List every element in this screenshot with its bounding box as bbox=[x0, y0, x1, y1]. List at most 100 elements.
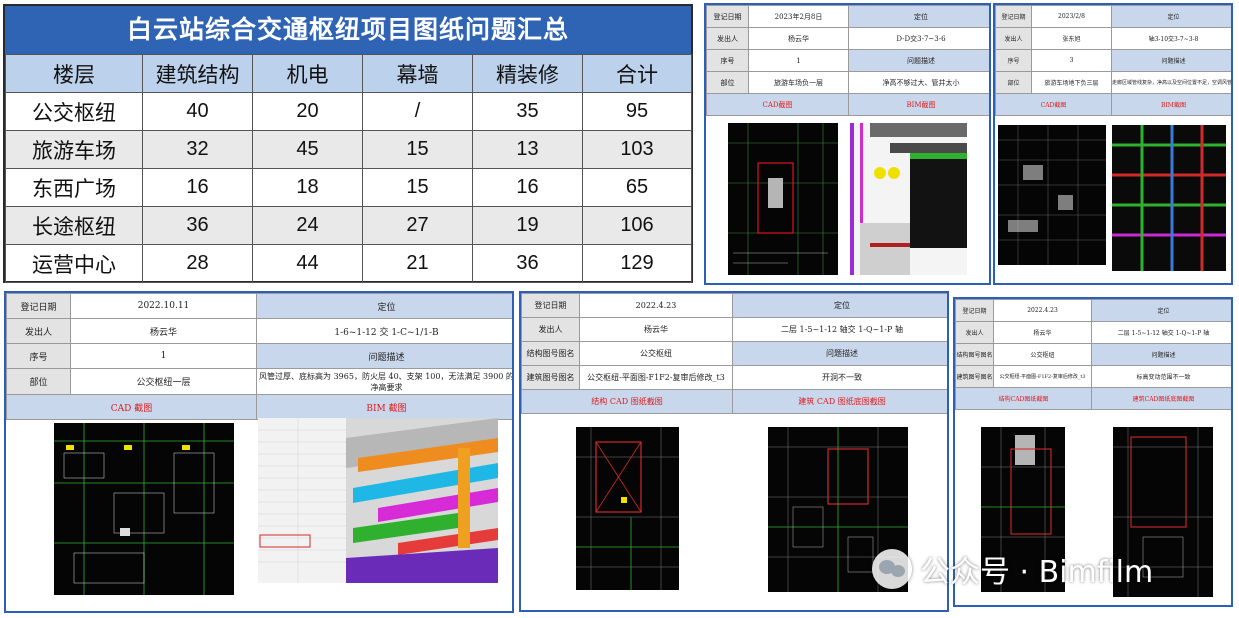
label-issuer: 发出人 bbox=[995, 27, 1032, 50]
label-structure-drawing: 结构图号图名 bbox=[521, 341, 580, 366]
table-row: 公交枢纽 40 20 / 35 95 bbox=[5, 92, 692, 131]
label-date: 登记日期 bbox=[6, 293, 71, 319]
description-header: 问题描述 bbox=[256, 343, 512, 369]
structure-cad-image bbox=[576, 427, 679, 590]
table-row: 运营中心 28 44 21 36 129 bbox=[5, 244, 692, 283]
value-structure-drawing: 公交枢纽 bbox=[579, 341, 733, 366]
label-issuer: 发出人 bbox=[955, 321, 994, 344]
value-serial: 1 bbox=[70, 343, 257, 369]
label-area: 部位 bbox=[995, 71, 1032, 94]
header-cell: 幕墙 bbox=[362, 54, 473, 93]
issue-sheet-a: 登记日期 2023年2月8日 定位 发出人 杨云华 D-D交3-7~3-6 序号… bbox=[704, 3, 991, 285]
table-cell: 36 bbox=[472, 244, 583, 283]
table-cell: 40 bbox=[142, 92, 253, 131]
bim-model bbox=[850, 123, 967, 275]
sheet-info-table: 登记日期 2023年2月8日 定位 发出人 杨云华 D-D交3-7~3-6 序号… bbox=[706, 5, 989, 116]
value-architecture-drawing: 公交枢纽-平面图-F1F2-复审后修改_t3 bbox=[579, 365, 733, 390]
value-area: 旅游车场负一层 bbox=[748, 71, 849, 94]
value-location: 二层 1-5~1-12 轴交 1-Q~1-P 轴 bbox=[732, 317, 947, 342]
value-serial: 3 bbox=[1031, 49, 1112, 72]
value-date: 2022.4.23 bbox=[993, 299, 1092, 322]
cad-drawing bbox=[998, 125, 1106, 265]
table-cell: 44 bbox=[252, 244, 363, 283]
watermark: 公众号 · Bimfilm bbox=[872, 549, 1154, 590]
table-cell: 长途枢纽 bbox=[5, 206, 143, 245]
bim-model bbox=[258, 418, 498, 583]
sheet-info-table: 登记日期 2023/2/8 定位 发出人 张东旭 轴3-10交3-7~3-8 序… bbox=[995, 5, 1231, 116]
watermark-text: 公众号 · Bimfilm bbox=[920, 555, 1154, 590]
description-header: 问题描述 bbox=[1111, 49, 1231, 72]
header-cell: 合计 bbox=[582, 54, 692, 93]
table-cell: 15 bbox=[362, 130, 473, 169]
value-issuer: 杨云华 bbox=[748, 27, 849, 50]
label-architecture-drawing: 建筑图号图名 bbox=[955, 365, 994, 388]
description-header: 问题描述 bbox=[1091, 343, 1231, 366]
value-description: 走廊区域管线复杂，净高以及空间位置不足，空调风管被遮挡 bbox=[1111, 71, 1231, 94]
label-structure-drawing: 结构图号图名 bbox=[955, 343, 994, 366]
description-header: 问题描述 bbox=[732, 341, 947, 366]
header-cell: 建筑结构 bbox=[142, 54, 253, 93]
label-serial: 序号 bbox=[6, 343, 71, 369]
value-issuer: 张东旭 bbox=[1031, 27, 1112, 50]
table-cell: 27 bbox=[362, 206, 473, 245]
cad-screenshot-image bbox=[998, 125, 1106, 265]
label-area: 部位 bbox=[6, 368, 71, 395]
architecture-cad-label: 建筑 CAD 图纸底图截图 bbox=[732, 389, 947, 414]
value-location: D-D交3-7~3-6 bbox=[848, 27, 989, 50]
value-description: 风管过厚、底标高为 3965，防火层 40、支架 100，无法满足 3900 的… bbox=[256, 368, 512, 395]
value-architecture-drawing: 公交枢纽-平面图-F1F2-复审后修改_t3 bbox=[993, 365, 1092, 388]
bim-screenshot-image bbox=[258, 418, 498, 583]
location-header: 定位 bbox=[1111, 5, 1231, 28]
value-description: 开洞不一致 bbox=[732, 365, 947, 390]
value-area: 公交枢纽一层 bbox=[70, 368, 257, 395]
summary-title: 白云站综合交通枢纽项目图纸问题汇总 bbox=[5, 6, 691, 54]
table-cell: 13 bbox=[472, 130, 583, 169]
location-header: 定位 bbox=[1091, 299, 1231, 322]
table-cell: 106 bbox=[582, 206, 692, 245]
table-cell: 21 bbox=[362, 244, 473, 283]
table-cell: 20 bbox=[252, 92, 363, 131]
cad-drawing bbox=[728, 123, 838, 275]
label-date: 登记日期 bbox=[955, 299, 994, 322]
table-cell: 15 bbox=[362, 168, 473, 207]
table-cell: 32 bbox=[142, 130, 253, 169]
issue-sheet-c: 登记日期 2022.10.11 定位 发出人 杨云华 1-6~1-12 交 1-… bbox=[4, 291, 514, 613]
label-architecture-drawing: 建筑图号图名 bbox=[521, 365, 580, 390]
value-location: 轴3-10交3-7~3-8 bbox=[1111, 27, 1231, 50]
table-cell: 16 bbox=[142, 168, 253, 207]
location-header: 定位 bbox=[256, 293, 512, 319]
table-cell: 24 bbox=[252, 206, 363, 245]
architecture-cad-label: 建筑CAD图纸底图截图 bbox=[1091, 387, 1231, 410]
structure-cad-label: 结构CAD图纸截图 bbox=[955, 387, 1092, 410]
table-cell: 103 bbox=[582, 130, 692, 169]
summary-header-row: 楼层 建筑结构 机电 幕墙 精装修 合计 bbox=[5, 54, 692, 93]
table-row: 东西广场 16 18 15 16 65 bbox=[5, 168, 692, 207]
value-date: 2023/2/8 bbox=[1031, 5, 1112, 28]
bim-screenshot-label: BIM截图 bbox=[848, 93, 989, 116]
label-issuer: 发出人 bbox=[706, 27, 749, 50]
value-issuer: 杨云华 bbox=[70, 318, 257, 344]
cad-screenshot-image bbox=[54, 423, 234, 595]
value-description: 净高不够过大、管井太小 bbox=[848, 71, 989, 94]
table-cell: 19 bbox=[472, 206, 583, 245]
table-cell: 东西广场 bbox=[5, 168, 143, 207]
table-cell: 运营中心 bbox=[5, 244, 143, 283]
label-serial: 序号 bbox=[706, 49, 749, 72]
table-cell: 16 bbox=[472, 168, 583, 207]
bim-screenshot-label: BIM 截图 bbox=[256, 394, 512, 420]
table-cell: 公交枢纽 bbox=[5, 92, 143, 131]
table-row: 旅游车场 32 45 15 13 103 bbox=[5, 130, 692, 169]
description-header: 问题描述 bbox=[848, 49, 989, 72]
value-date: 2023年2月8日 bbox=[748, 5, 849, 28]
header-cell: 机电 bbox=[252, 54, 363, 93]
table-row: 长途枢纽 36 24 27 19 106 bbox=[5, 206, 692, 245]
issue-sheet-b: 登记日期 2023/2/8 定位 发出人 张东旭 轴3-10交3-7~3-8 序… bbox=[993, 3, 1233, 285]
location-header: 定位 bbox=[848, 5, 989, 28]
location-header: 定位 bbox=[732, 293, 947, 318]
table-cell: 旅游车场 bbox=[5, 130, 143, 169]
table-cell: 45 bbox=[252, 130, 363, 169]
header-cell: 楼层 bbox=[5, 54, 143, 93]
table-cell: / bbox=[362, 92, 473, 131]
summary-table-panel: 白云站综合交通枢纽项目图纸问题汇总 楼层 建筑结构 机电 幕墙 精装修 合计 公… bbox=[3, 4, 693, 283]
table-cell: 65 bbox=[582, 168, 692, 207]
